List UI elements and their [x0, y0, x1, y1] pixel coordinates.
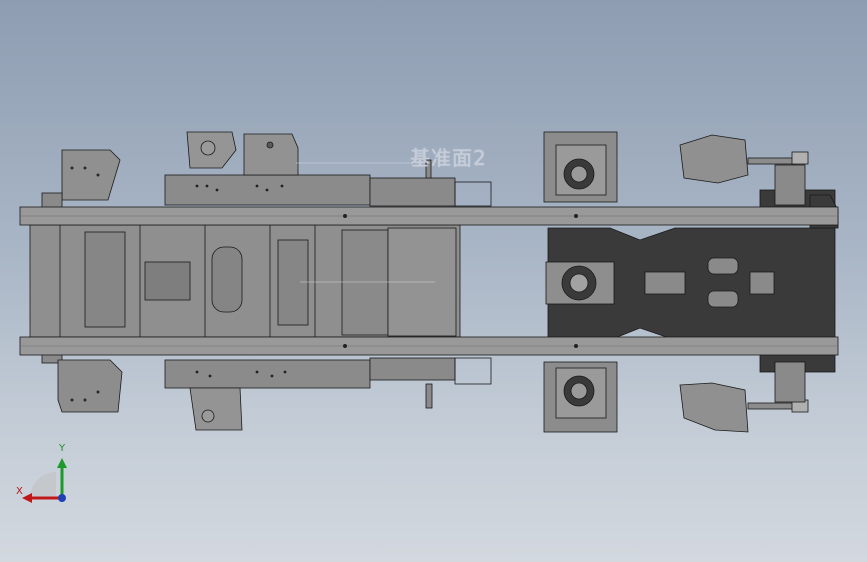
triad-z-axis-icon: [58, 494, 66, 502]
chassis-model-top-view[interactable]: [0, 0, 867, 562]
central-frame-body: [29, 224, 461, 338]
triad-plane-indicator: [30, 472, 56, 498]
triad-y-arrow-icon: [57, 458, 67, 468]
coordinate-triad[interactable]: [12, 440, 82, 515]
triad-x-label: X: [16, 486, 23, 497]
reference-plane-label[interactable]: 基准面2: [410, 142, 487, 171]
graphics-viewport[interactable]: 基准面2 Y X: [0, 0, 867, 562]
triad-y-label: Y: [59, 443, 66, 454]
front-hub-assemblies: [543, 131, 618, 433]
triad-x-arrow-icon: [22, 493, 32, 503]
lower-housing: [164, 357, 492, 431]
